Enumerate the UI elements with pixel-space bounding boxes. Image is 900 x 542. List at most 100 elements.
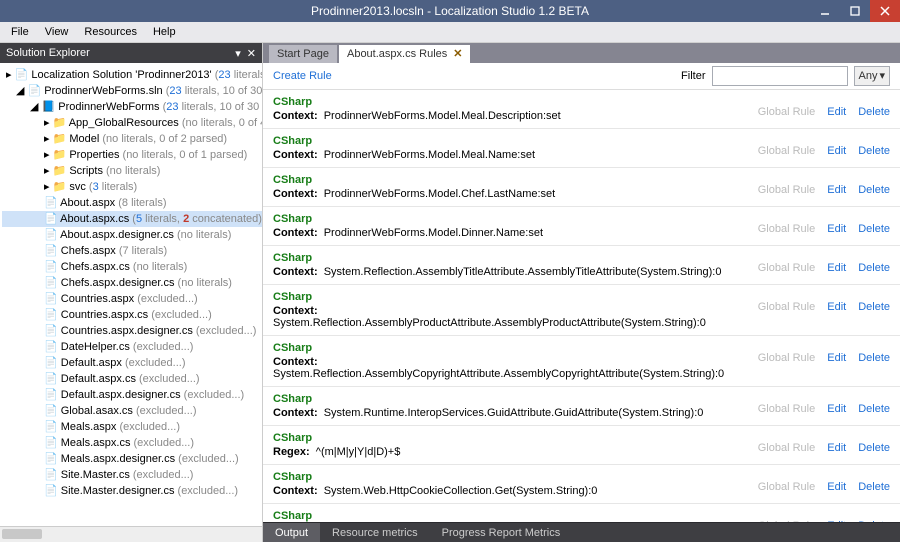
- tree-item[interactable]: 📄 Default.aspx.designer.cs (excluded...): [2, 387, 262, 403]
- tree-item[interactable]: 📄 Countries.aspx.designer.cs (excluded..…: [2, 323, 262, 339]
- tree-item[interactable]: ▸ 📁 Model (no literals, 0 of 2 parsed): [2, 131, 262, 147]
- create-rule-link[interactable]: Create Rule: [273, 70, 332, 82]
- rule-row: CSharp Context: ProdinnerWebForms.Model.C…: [263, 168, 900, 207]
- tab-output[interactable]: Output: [263, 523, 320, 542]
- tab-start-page[interactable]: Start Page: [269, 45, 337, 63]
- tree-item[interactable]: 📄 Chefs.aspx.designer.cs (no literals): [2, 275, 262, 291]
- delete-rule-link[interactable]: Delete: [858, 262, 890, 274]
- rule-type: CSharp: [273, 213, 543, 225]
- rule-row: CSharpContext: System.Reflection.Assembl…: [263, 336, 900, 387]
- tree-item[interactable]: ▸ 📄 Localization Solution 'Prodinner2013…: [2, 67, 262, 83]
- maximize-button[interactable]: [840, 0, 870, 22]
- tree-item[interactable]: ▸ 📁 App_GlobalResources (no literals, 0 …: [2, 115, 262, 131]
- horizontal-scrollbar[interactable]: [0, 526, 262, 542]
- edit-rule-link[interactable]: Edit: [827, 442, 846, 454]
- tree-item[interactable]: 📄 Meals.aspx.cs (excluded...): [2, 435, 262, 451]
- tree-item[interactable]: 📄 Meals.aspx (excluded...): [2, 419, 262, 435]
- delete-rule-link[interactable]: Delete: [858, 481, 890, 493]
- tree-item[interactable]: 📄 Countries.aspx (excluded...): [2, 291, 262, 307]
- rule-row: CSharp Context: ProdinnerWebForms.Model.M…: [263, 129, 900, 168]
- delete-rule-link[interactable]: Delete: [858, 403, 890, 415]
- rule-type: CSharp: [273, 432, 400, 444]
- global-rule-label: Global Rule: [758, 442, 815, 454]
- tree-item[interactable]: ▸ 📁 svc (3 literals): [2, 179, 262, 195]
- rule-type: CSharp: [273, 135, 535, 147]
- tree-item[interactable]: 📄 Countries.aspx.cs (excluded...): [2, 307, 262, 323]
- app-title: Prodinner2013.locsln - Localization Stud…: [311, 4, 589, 18]
- rule-row: CSharpContext: ProdinnerWebForms.Model.M…: [263, 90, 900, 129]
- rule-row: CSharp Context: System.Reflection.Assembl…: [263, 285, 900, 336]
- edit-rule-link[interactable]: Edit: [827, 262, 846, 274]
- tree-item[interactable]: 📄 About.aspx (8 literals): [2, 195, 262, 211]
- tab-about-aspx-cs-rules[interactable]: About.aspx.cs Rules ✕: [339, 45, 471, 63]
- filter-any-dropdown[interactable]: Any ▾: [854, 66, 891, 86]
- rule-type: CSharp: [273, 174, 555, 186]
- rule-row: CSharpContext: System.Web.HttpCookie.Htt…: [263, 504, 900, 522]
- rule-type: CSharp: [273, 471, 597, 483]
- tab-resource-metrics[interactable]: Resource metrics: [320, 523, 430, 542]
- edit-rule-link[interactable]: Edit: [827, 184, 846, 196]
- tree-item[interactable]: ▸ 📁 Properties (no literals, 0 of 1 pars…: [2, 147, 262, 163]
- tree-item[interactable]: 📄 About.aspx.cs (5 literals, 2 concatena…: [2, 211, 262, 227]
- close-button[interactable]: [870, 0, 900, 22]
- close-panel-icon[interactable]: ✕: [247, 47, 256, 60]
- global-rule-label: Global Rule: [758, 262, 815, 274]
- rule-type: CSharp: [273, 291, 748, 303]
- close-tab-icon[interactable]: ✕: [453, 45, 462, 63]
- edit-rule-link[interactable]: Edit: [827, 301, 846, 313]
- delete-rule-link[interactable]: Delete: [858, 442, 890, 454]
- rule-context: Context: ProdinnerWebForms.Model.Meal.Na…: [273, 149, 535, 161]
- edit-rule-link[interactable]: Edit: [827, 145, 846, 157]
- global-rule-label: Global Rule: [758, 403, 815, 415]
- global-rule-label: Global Rule: [758, 106, 815, 118]
- menu-file[interactable]: File: [4, 24, 36, 40]
- tree-item[interactable]: ◢ 📘 ProdinnerWebForms (23 literals, 10 o…: [2, 99, 262, 115]
- tree-item[interactable]: 📄 Global.asax.cs (excluded...): [2, 403, 262, 419]
- rule-row: CSharpContext: System.Reflection.Assembl…: [263, 246, 900, 285]
- delete-rule-link[interactable]: Delete: [858, 352, 890, 364]
- chevron-down-icon[interactable]: ▾: [235, 47, 241, 60]
- editor-tabs: Start PageAbout.aspx.cs Rules ✕: [263, 43, 900, 63]
- filter-label: Filter: [681, 70, 705, 82]
- rule-row: CSharpContext: System.Web.HttpCookieColl…: [263, 465, 900, 504]
- minimize-button[interactable]: [810, 0, 840, 22]
- menu-help[interactable]: Help: [146, 24, 183, 40]
- solution-tree[interactable]: ▸ 📄 Localization Solution 'Prodinner2013…: [0, 63, 262, 526]
- tree-item[interactable]: 📄 Meals.aspx.designer.cs (excluded...): [2, 451, 262, 467]
- tree-item[interactable]: 📄 Chefs.aspx.cs (no literals): [2, 259, 262, 275]
- edit-rule-link[interactable]: Edit: [827, 403, 846, 415]
- menu-resources[interactable]: Resources: [77, 24, 144, 40]
- bottom-tabs: Output Resource metrics Progress Report …: [263, 522, 900, 542]
- rule-row: CSharpContext: System.Runtime.InteropSer…: [263, 387, 900, 426]
- edit-rule-link[interactable]: Edit: [827, 106, 846, 118]
- tree-item[interactable]: 📄 DateHelper.cs (excluded...): [2, 339, 262, 355]
- rule-type: CSharp: [273, 393, 703, 405]
- edit-rule-link[interactable]: Edit: [827, 223, 846, 235]
- rule-context: Context: ProdinnerWebForms.Model.Dinner.…: [273, 227, 543, 239]
- tree-item[interactable]: 📄 Default.aspx (excluded...): [2, 355, 262, 371]
- titlebar: Prodinner2013.locsln - Localization Stud…: [0, 0, 900, 22]
- rule-context: Context: System.Reflection.AssemblyProdu…: [273, 305, 748, 329]
- rule-type: CSharp: [273, 510, 657, 522]
- edit-rule-link[interactable]: Edit: [827, 352, 846, 364]
- global-rule-label: Global Rule: [758, 301, 815, 313]
- filter-input[interactable]: [712, 66, 848, 86]
- delete-rule-link[interactable]: Delete: [858, 145, 890, 157]
- tree-item[interactable]: 📄 Site.Master.cs (excluded...): [2, 467, 262, 483]
- delete-rule-link[interactable]: Delete: [858, 184, 890, 196]
- tab-progress-metrics[interactable]: Progress Report Metrics: [430, 523, 573, 542]
- chevron-down-icon: ▾: [879, 68, 885, 84]
- tree-item[interactable]: 📄 Site.Master.designer.cs (excluded...): [2, 483, 262, 499]
- tree-item[interactable]: 📄 Chefs.aspx (7 literals): [2, 243, 262, 259]
- tree-item[interactable]: ◢ 📄 ProdinnerWebForms.sln (23 literals, …: [2, 83, 262, 99]
- tree-item[interactable]: ▸ 📁 Scripts (no literals): [2, 163, 262, 179]
- tree-item[interactable]: 📄 About.aspx.designer.cs (no literals): [2, 227, 262, 243]
- rule-context: Context: ProdinnerWebForms.Model.Chef.La…: [273, 188, 555, 200]
- delete-rule-link[interactable]: Delete: [858, 301, 890, 313]
- menu-view[interactable]: View: [38, 24, 76, 40]
- delete-rule-link[interactable]: Delete: [858, 106, 890, 118]
- edit-rule-link[interactable]: Edit: [827, 481, 846, 493]
- rule-context: Context: System.Reflection.AssemblyTitle…: [273, 266, 721, 278]
- delete-rule-link[interactable]: Delete: [858, 223, 890, 235]
- tree-item[interactable]: 📄 Default.aspx.cs (excluded...): [2, 371, 262, 387]
